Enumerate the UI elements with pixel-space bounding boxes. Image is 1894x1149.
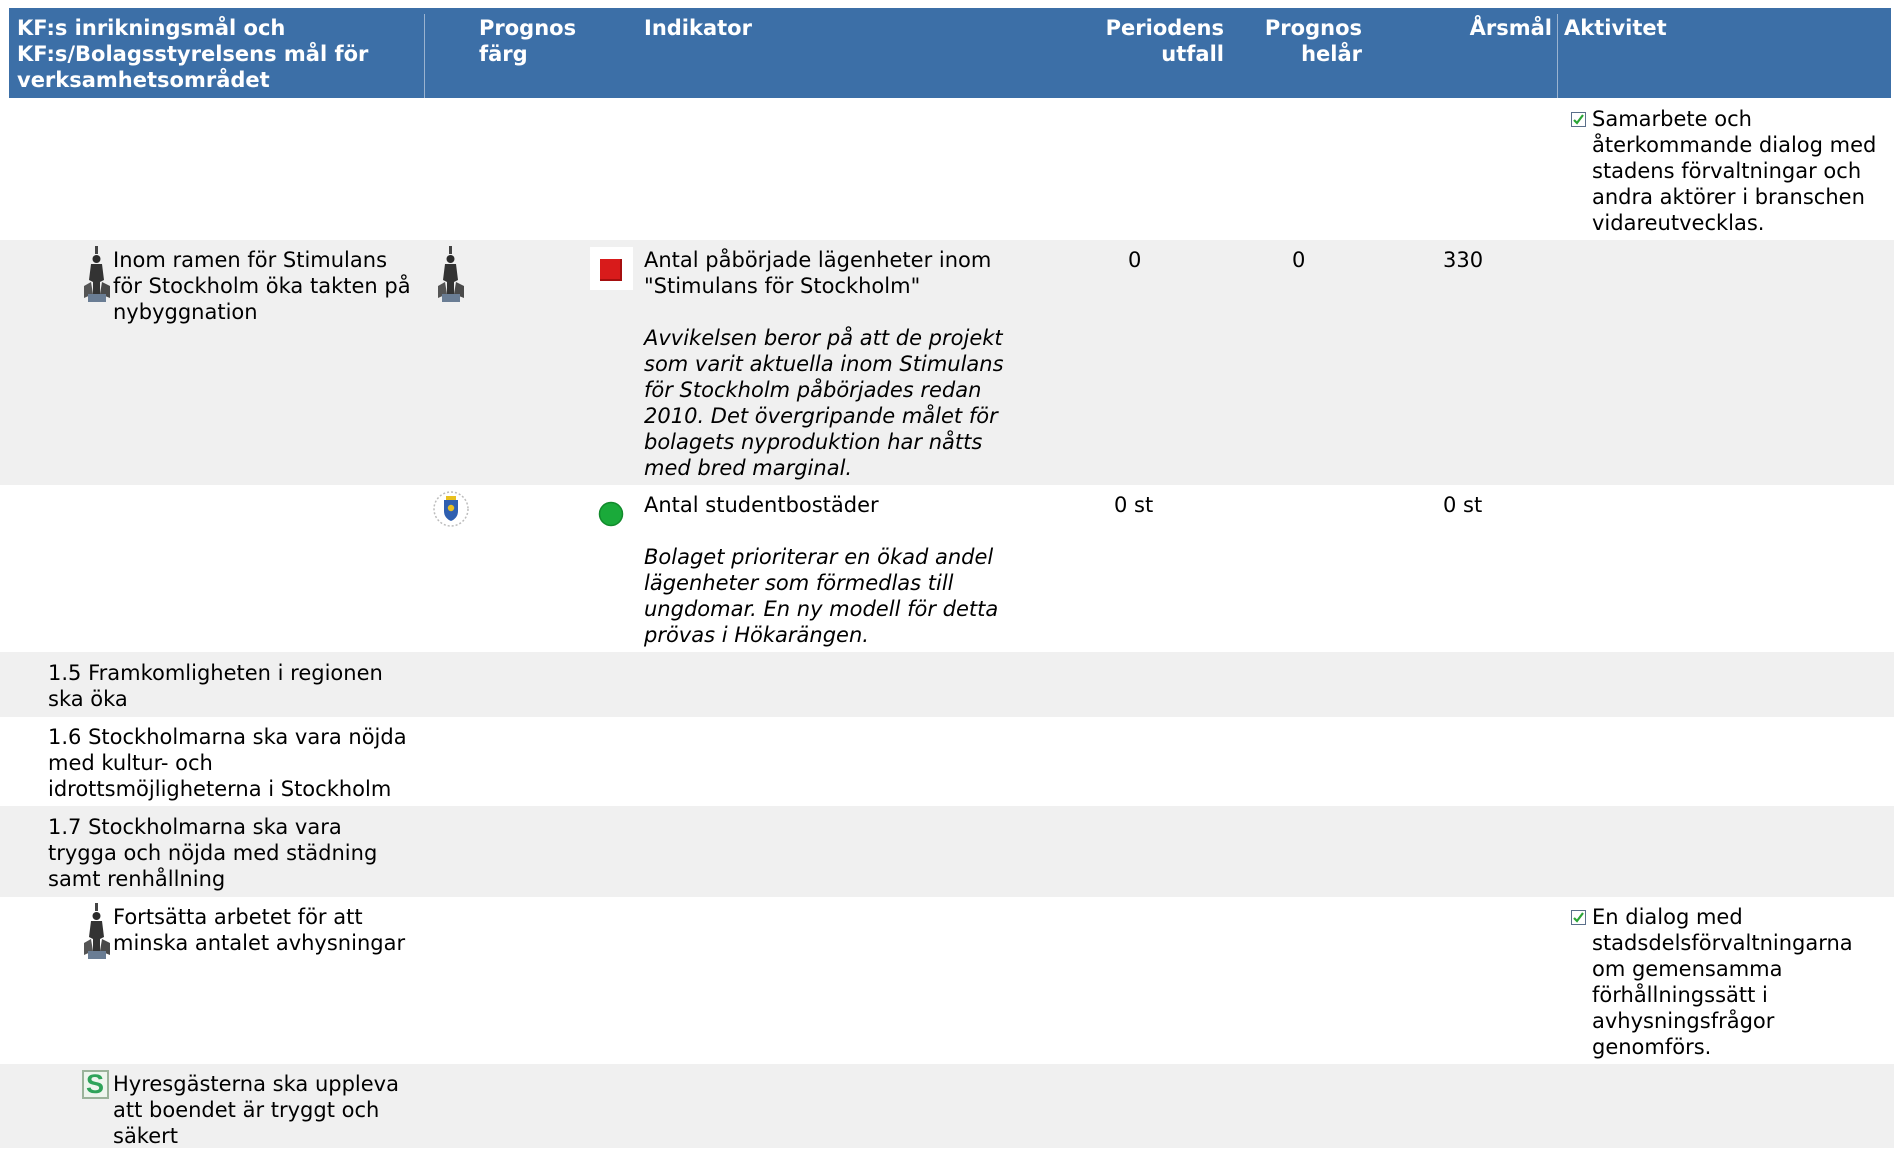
letter-s-icon: S: [82, 1069, 109, 1099]
header-periodens-utfall: Periodens utfall: [1105, 16, 1224, 66]
indicator-text: Antal påbörjade lägenheter inom "Stimula…: [644, 248, 992, 298]
header-arsmal: Årsmål: [1469, 16, 1552, 40]
annual-goal: 0 st: [1443, 493, 1483, 517]
activity-text: En dialog med stadsdelsförvaltningarna o…: [1592, 905, 1853, 1059]
header-divider: [1557, 14, 1558, 98]
activity-text: Samarbete och återkommande dialog med st…: [1592, 107, 1877, 235]
forecast-year: 0: [1292, 248, 1306, 272]
statue-icon: [436, 246, 466, 307]
goal-text: 1.5 Framkomligheten i regionen ska öka: [48, 661, 383, 711]
header-aktivitet: Aktivitet: [1564, 16, 1667, 40]
goals-table: KF:s inrikningsmål och KF:s/Bolagsstyrel…: [0, 0, 1894, 1148]
period-outcome: 0: [1128, 248, 1142, 272]
indicator-comment: Avvikelsen beror på att de projekt som v…: [644, 326, 1004, 480]
goal-text: Inom ramen för Stimulans för Stockholm ö…: [113, 248, 411, 324]
goal-text: 1.7 Stockholmarna ska vara trygga och nö…: [48, 815, 378, 891]
header-goal: KF:s inrikningsmål och KF:s/Bolagsstyrel…: [17, 16, 369, 92]
statue-icon: [82, 903, 112, 964]
goal-text: 1.6 Stockholmarna ska vara nöjda med kul…: [48, 725, 407, 801]
checkbox-check-icon: [1571, 906, 1586, 930]
checkbox-check-icon: [1571, 108, 1586, 132]
goal-text: Hyresgästerna ska uppleva att boendet är…: [113, 1072, 399, 1148]
city-emblem-icon: [432, 490, 470, 533]
period-outcome: 0 st: [1114, 493, 1154, 517]
statue-icon: [82, 246, 112, 307]
indicator-text: Antal studentbostäder: [644, 493, 879, 517]
red-square-icon: [590, 247, 633, 290]
indicator-comment: Bolaget prioriterar en ökad andel lägenh…: [644, 545, 999, 647]
goal-text: Fortsätta arbetet för att minska antalet…: [113, 905, 406, 955]
header-divider: [424, 14, 425, 98]
header-prognos-farg: Prognos färg: [479, 16, 577, 66]
green-circle-icon: [598, 501, 624, 532]
header-indikator: Indikator: [644, 16, 752, 40]
header-prognos-helar: Prognos helår: [1264, 16, 1362, 66]
annual-goal: 330: [1443, 248, 1484, 272]
